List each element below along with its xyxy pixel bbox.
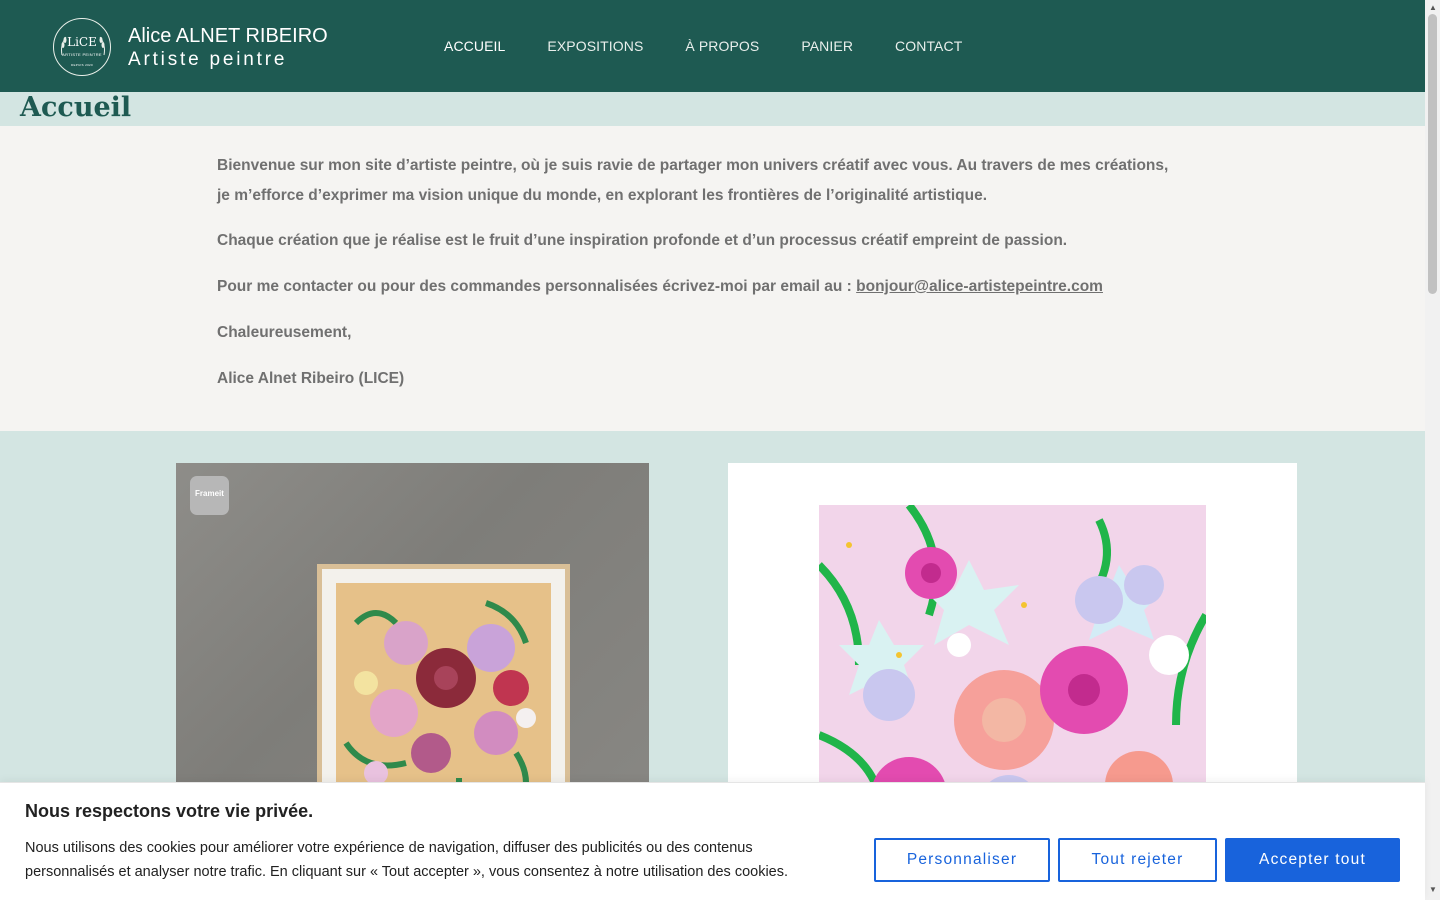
cookie-banner-title: Nous respectons votre vie privée.: [25, 801, 314, 821]
cookie-consent-banner: Nous respectons votre vie privée. Nous u…: [0, 782, 1425, 900]
cookie-banner-text: Nous utilisons des cookies pour améliore…: [25, 840, 789, 880]
logo-since-text: DEPUIS 2020: [71, 63, 93, 67]
nav-item-a-propos[interactable]: À PROPOS: [685, 38, 759, 54]
intro-paragraph-welcome: Bienvenue sur mon site d’artiste peintre…: [217, 157, 1169, 204]
page-scrollbar[interactable]: ▲ ▼: [1425, 0, 1440, 900]
intro-paragraph-creation: Chaque création que je réalise est le fr…: [217, 232, 1068, 249]
customize-button[interactable]: Personnaliser: [874, 838, 1050, 882]
site-logo[interactable]: LiCE ARTISTE PEINTRE DEPUIS 2020: [53, 18, 111, 76]
frameit-badge-label: Frameit: [195, 489, 224, 498]
scroll-down-arrow-icon[interactable]: ▼: [1429, 885, 1437, 894]
frameit-badge: Frameit: [190, 476, 229, 515]
scroll-up-arrow-icon[interactable]: ▲: [1429, 3, 1437, 12]
logo-sub-text: ARTISTE PEINTRE: [62, 52, 102, 57]
brand-tagline: Artiste peintre: [128, 49, 288, 70]
page-title: Accueil: [20, 92, 132, 123]
contact-prefix-text: Pour me contacter ou pour des commandes …: [217, 278, 857, 295]
email-link[interactable]: bonjour@alice-artistepeintre.com: [856, 278, 1103, 295]
intro-paragraph-contact: Pour me contacter ou pour des commandes …: [217, 272, 1177, 302]
intro-paragraph-greeting: Chaleureusement,: [217, 324, 352, 341]
site-header: LiCE ARTISTE PEINTRE DEPUIS 2020 Alice A…: [0, 0, 1425, 92]
scroll-thumb[interactable]: [1428, 14, 1437, 294]
nav-item-panier[interactable]: PANIER: [801, 38, 853, 54]
nav-item-contact[interactable]: CONTACT: [895, 38, 962, 54]
main-nav: ACCUEIL EXPOSITIONS À PROPOS PANIER CONT…: [444, 38, 1004, 54]
nav-item-accueil[interactable]: ACCUEIL: [444, 38, 505, 54]
intro-section: Bienvenue sur mon site d’artiste peintre…: [0, 126, 1425, 431]
reject-all-button[interactable]: Tout rejeter: [1058, 838, 1217, 882]
logo-main-text: LiCE: [67, 35, 97, 49]
brand-name[interactable]: Alice ALNET RIBEIRO: [128, 25, 328, 48]
title-band: Accueil: [0, 92, 1425, 126]
intro-signature: Alice Alnet Ribeiro (LICE): [217, 370, 405, 387]
accept-all-button[interactable]: Accepter tout: [1225, 838, 1400, 882]
nav-item-expositions[interactable]: EXPOSITIONS: [547, 38, 643, 54]
